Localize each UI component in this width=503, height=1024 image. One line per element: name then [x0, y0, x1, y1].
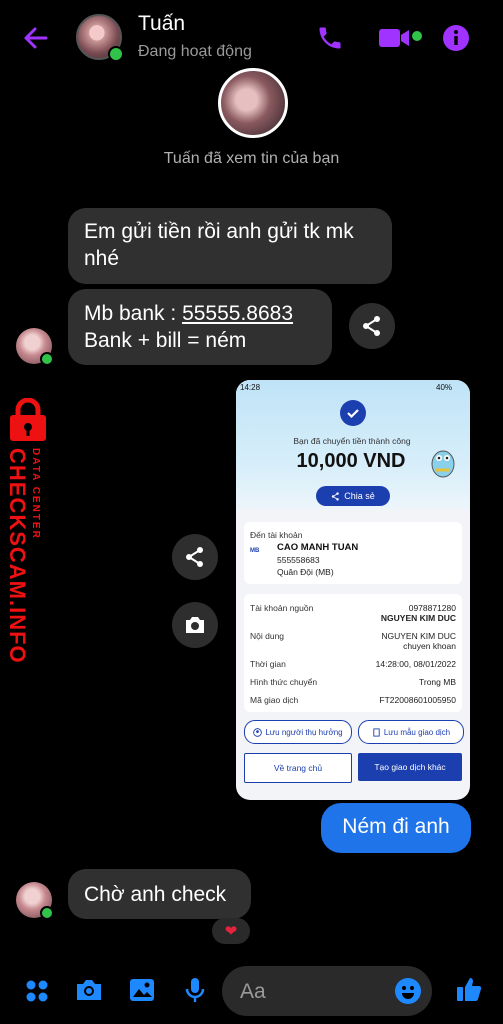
watermark-title: CHECKSCAM.INFO: [5, 448, 30, 664]
detail-row: Mã giao dịch FT22008601005950: [250, 695, 456, 705]
camera-edit-button[interactable]: [172, 602, 218, 648]
message-text: Em gửi tiền rồi anh gửi tk mk nhé: [84, 220, 354, 270]
receipt-share-button[interactable]: Chia sẻ: [316, 486, 390, 506]
success-headline: Bạn đã chuyển tiền thành công: [293, 436, 411, 446]
detail-row: Tài khoản nguồn 0978871280 NGUYEN KIM DUC: [250, 603, 456, 623]
account-number-link[interactable]: 55555.8683: [182, 302, 293, 325]
camera-icon: [186, 617, 204, 633]
info-icon[interactable]: [440, 22, 472, 54]
recipient-account: 555558683: [277, 555, 320, 565]
success-check-icon: [340, 400, 366, 426]
online-indicator: [40, 906, 54, 920]
menu-dots-icon[interactable]: [22, 976, 52, 1006]
detail-value: NGUYEN KIM DUC: [380, 613, 456, 623]
contact-status: Đang hoạt động: [138, 43, 252, 60]
detail-row: Thời gian 14:28:00, 08/01/2022: [250, 659, 456, 669]
camera-icon[interactable]: [72, 974, 106, 1006]
recipient-card: Đến tài khoản MB CAO MANH TUAN 555558683…: [244, 522, 462, 584]
heart-icon: ❤: [224, 923, 238, 940]
detail-row: Hình thức chuyển Trong MB: [250, 677, 456, 687]
microphone-icon[interactable]: [180, 974, 210, 1006]
amount: 10,000 VND: [296, 450, 406, 472]
message-input[interactable]: [238, 978, 392, 1006]
new-transaction-button[interactable]: Tạo giao dịch khác: [358, 753, 462, 781]
transaction-details-card: Tài khoản nguồn 0978871280 NGUYEN KIM DUC …: [244, 594, 462, 712]
detail-value: chuyen khoan: [403, 641, 456, 651]
save-template-label: Lưu mẫu giao dịch: [383, 727, 451, 737]
home-button[interactable]: Về trang chủ: [244, 753, 352, 783]
like-thumbs-up-icon[interactable]: [452, 972, 486, 1006]
lock-logo-icon: [4, 397, 52, 442]
back-arrow-icon[interactable]: [18, 20, 54, 56]
recipient-bank: Quân Đội (MB): [277, 567, 334, 577]
mb-bank-logo: MB: [250, 548, 260, 554]
save-recipient-label: Lưu người thụ hưởng: [265, 727, 343, 737]
message-text: Bank + bill = ném: [84, 329, 247, 352]
detail-key: Hình thức chuyển: [250, 677, 318, 687]
detail-value: Trong MB: [418, 677, 456, 687]
message-text: Chờ anh check: [84, 883, 227, 906]
message-text: Mb bank :: [84, 302, 183, 325]
detail-value: 14:28:00, 08/01/2022: [375, 659, 456, 669]
detail-value: FT22008601005950: [379, 695, 456, 705]
detail-value: NGUYEN KIM DUC: [381, 631, 456, 641]
battery-level: 40%: [436, 383, 453, 392]
gallery-image-icon[interactable]: [126, 974, 158, 1006]
active-call-dot: [412, 31, 422, 41]
share-icon: [186, 547, 203, 567]
message-bubble-incoming[interactable]: Em gửi tiền rồi anh gửi tk mk nhé: [68, 208, 392, 284]
status-time: 14:28: [240, 383, 261, 392]
message-bubble-incoming[interactable]: Chờ anh check: [68, 869, 251, 919]
receipt-status-bar: 14:28: [240, 383, 260, 392]
detail-row: Nội dung NGUYEN KIM DUC chuyen khoan: [250, 631, 456, 651]
online-indicator: [108, 46, 124, 62]
message-bubble-outgoing[interactable]: Ném đi anh: [321, 803, 471, 853]
detail-key: Tài khoản nguồn: [250, 603, 314, 613]
to-account-label: Đến tài khoản: [250, 530, 303, 540]
share-label: Chia sẻ: [344, 491, 375, 501]
detail-key: Thời gian: [250, 659, 286, 669]
document-icon: [373, 727, 380, 737]
message-text: Ném đi anh: [342, 815, 450, 838]
share-button[interactable]: [349, 303, 395, 349]
contact-name[interactable]: Tuấn: [138, 12, 185, 36]
seen-avatar: [218, 68, 288, 138]
share-button[interactable]: [172, 534, 218, 580]
heart-reaction[interactable]: ❤: [212, 918, 250, 944]
share-icon: [363, 316, 380, 336]
recipient-name: CAO MANH TUAN: [277, 542, 359, 553]
receipt-battery: 40%: [436, 383, 452, 392]
detail-key: Nội dung: [250, 631, 285, 641]
phone-call-icon[interactable]: [312, 22, 348, 54]
save-recipient-button[interactable]: Lưu người thụ hưởng: [244, 720, 352, 744]
message-bubble-incoming[interactable]: Mb bank : 55555.8683 Bank + bill = ném: [68, 289, 332, 365]
online-indicator: [40, 352, 54, 366]
watermark-subtitle: DATA CENTER: [30, 448, 41, 540]
emoji-icon[interactable]: [394, 977, 422, 1005]
video-call-icon[interactable]: [374, 22, 414, 54]
message-composer[interactable]: [222, 966, 432, 1016]
save-template-button[interactable]: Lưu mẫu giao dịch: [358, 720, 464, 744]
detail-value: 0978871280: [408, 603, 456, 613]
seen-status-text: Tuấn đã xem tin của bạn: [163, 150, 340, 167]
detail-key: Mã giao dịch: [250, 695, 299, 705]
receipt-image[interactable]: 14:28 40% Bạn đã chuyển tiền thành công …: [236, 380, 470, 800]
user-icon: [253, 727, 263, 737]
